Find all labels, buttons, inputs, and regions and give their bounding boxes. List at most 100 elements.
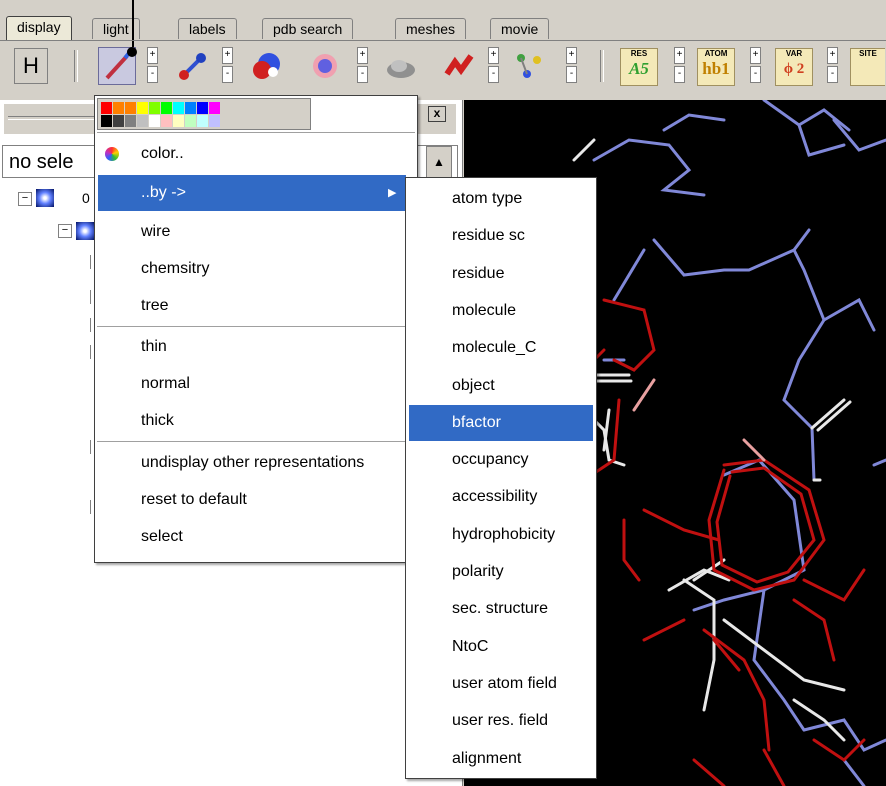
color-swatch[interactable] [185, 102, 196, 114]
submenu-item[interactable]: residue sc [409, 218, 593, 254]
submenu-item[interactable]: object [409, 368, 593, 404]
menu-item-tree[interactable]: tree [95, 288, 403, 324]
tab-meshes[interactable]: meshes [395, 18, 467, 39]
color-swatch[interactable] [125, 115, 136, 127]
color-swatch[interactable] [161, 102, 172, 114]
surface-plus-minus[interactable]: + - [357, 47, 368, 83]
tab-pdb-search[interactable]: pdb search [262, 18, 354, 39]
plus-button[interactable]: + [357, 47, 368, 64]
submenu-item[interactable]: NtoC [409, 629, 593, 665]
minus-button[interactable]: - [357, 66, 368, 83]
submenu-item[interactable]: molecule_C [409, 330, 593, 366]
color-swatch[interactable] [161, 115, 172, 127]
submenu-item[interactable]: residue [409, 256, 593, 292]
color-swatch[interactable] [125, 102, 136, 114]
color-swatch[interactable] [173, 115, 184, 127]
plus-button[interactable]: + [674, 47, 685, 64]
minus-button[interactable]: - [488, 66, 499, 83]
menu-item-reset-default[interactable]: reset to default [95, 482, 403, 518]
minus-button[interactable]: - [147, 66, 158, 83]
minus-button[interactable]: - [222, 66, 233, 83]
atom-plus-minus[interactable]: + - [750, 47, 761, 83]
plus-button[interactable]: + [488, 47, 499, 64]
pointer-dot [127, 47, 137, 57]
ribbon-button[interactable] [440, 47, 478, 85]
cpk-button[interactable] [248, 47, 286, 85]
tree-item-label[interactable]: 0 [82, 190, 90, 206]
minus-button[interactable]: - [566, 66, 577, 83]
molecule-icon [517, 54, 541, 78]
stick-plus-minus[interactable]: + - [222, 47, 233, 83]
plus-button[interactable]: + [750, 47, 761, 64]
plus-button[interactable]: + [566, 47, 577, 64]
var-plus-minus[interactable]: + - [827, 47, 838, 83]
residue-label-button[interactable]: RES A5 [620, 48, 658, 86]
tree-expander[interactable]: − [18, 192, 32, 206]
color-swatch[interactable] [137, 115, 148, 127]
submenu-item[interactable]: hydrophobicity [409, 517, 593, 553]
tab-movie[interactable]: movie [490, 18, 550, 39]
hbond-button[interactable] [510, 47, 548, 85]
menu-item-chemistry[interactable]: chemsitry [95, 251, 403, 287]
surface-button[interactable] [382, 47, 420, 85]
color-swatch[interactable] [113, 115, 124, 127]
surface-dots-button[interactable] [306, 47, 344, 85]
color-swatch[interactable] [209, 115, 220, 127]
submenu-item[interactable]: atom type [409, 181, 593, 217]
res-plus-minus[interactable]: + - [674, 47, 685, 83]
submenu-item[interactable]: user res. field [409, 703, 593, 739]
color-swatch[interactable] [101, 102, 112, 114]
minus-button[interactable]: - [750, 66, 761, 83]
stick-button[interactable] [174, 47, 212, 85]
hbond-plus-minus[interactable]: + - [566, 47, 577, 83]
h-button[interactable]: H [14, 48, 48, 84]
variable-label-button[interactable]: VAR ϕ 2 [775, 48, 813, 86]
atom-label-button[interactable]: ATOM hb1 [697, 48, 735, 86]
menu-item-select[interactable]: select [95, 519, 403, 555]
submenu-item-label: bfactor [452, 413, 501, 431]
submenu-item[interactable]: polarity [409, 554, 593, 590]
submenu-item-label: object [452, 376, 495, 394]
submenu-item-label: user atom field [452, 674, 557, 692]
tab-display[interactable]: display [6, 16, 72, 40]
wire-plus-minus[interactable]: + - [147, 47, 158, 83]
color-swatch[interactable] [209, 102, 220, 114]
menu-item-label: wire [141, 223, 171, 240]
color-swatch[interactable] [149, 102, 160, 114]
menu-item-by[interactable]: ..by -> ▶ [98, 175, 406, 211]
submenu-item[interactable]: occupancy [409, 442, 593, 478]
submenu-item[interactable]: bfactor [409, 404, 593, 441]
color-swatch[interactable] [173, 102, 184, 114]
submenu-item[interactable]: alignment [409, 741, 593, 777]
submenu-item[interactable]: accessibility [409, 479, 593, 515]
color-swatch[interactable] [137, 102, 148, 114]
menu-item-color[interactable]: color.. [95, 136, 417, 172]
color-swatch[interactable] [101, 115, 112, 127]
submenu-item[interactable]: user atom field [409, 666, 593, 702]
menu-item-undisplay-other[interactable]: undisplay other representations [95, 445, 403, 481]
panel-close-button[interactable]: x [428, 106, 446, 122]
tree-expander[interactable]: − [58, 224, 72, 238]
submenu-item[interactable]: molecule [409, 293, 593, 329]
submenu-item[interactable]: sec. structure [409, 591, 593, 627]
tab-labels[interactable]: labels [178, 18, 237, 39]
color-swatch[interactable] [149, 115, 160, 127]
color-swatch[interactable] [185, 115, 196, 127]
submenu-item-label: molecule_C [452, 339, 537, 357]
site-label-button[interactable]: SITE [850, 48, 885, 86]
minus-button[interactable]: - [827, 66, 838, 83]
panel-grip[interactable] [8, 116, 98, 120]
color-swatch[interactable] [197, 102, 208, 114]
menu-item-thick[interactable]: thick [95, 403, 403, 439]
ribbon-plus-minus[interactable]: + - [488, 47, 499, 83]
menu-item-wire[interactable]: wire [95, 214, 403, 250]
scroll-up-button[interactable]: ▲ [426, 146, 452, 178]
menu-item-thin[interactable]: thin [95, 329, 403, 365]
minus-button[interactable]: - [674, 66, 685, 83]
plus-button[interactable]: + [147, 47, 158, 64]
color-swatch[interactable] [113, 102, 124, 114]
plus-button[interactable]: + [827, 47, 838, 64]
color-swatch[interactable] [197, 115, 208, 127]
plus-button[interactable]: + [222, 47, 233, 64]
menu-item-normal[interactable]: normal [95, 366, 403, 402]
